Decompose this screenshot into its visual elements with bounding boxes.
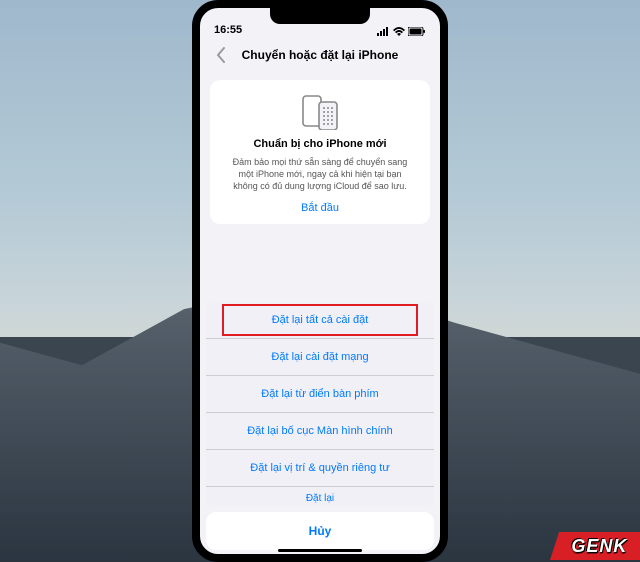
nav-bar: Chuyển hoặc đặt lại iPhone	[200, 38, 440, 72]
home-indicator[interactable]	[278, 549, 362, 552]
sheet-item-reset-keyboard[interactable]: Đặt lại từ điển bàn phím	[206, 376, 434, 413]
status-time: 16:55	[214, 24, 242, 36]
sheet-options: Đặt lại tất cả cài đặt Đặt lại cài đặt m…	[206, 302, 434, 506]
signal-icon	[377, 27, 390, 36]
battery-icon	[408, 27, 426, 36]
sheet-item-reset-network[interactable]: Đặt lại cài đặt mạng	[206, 339, 434, 376]
action-sheet: Đặt lại tất cả cài đặt Đặt lại cài đặt m…	[206, 302, 434, 550]
wifi-icon	[393, 27, 405, 36]
card-description: Đảm bảo mọi thứ sẵn sàng để chuyển sang …	[222, 156, 418, 192]
back-button[interactable]	[206, 40, 236, 70]
chevron-left-icon	[216, 47, 226, 63]
watermark-text: GENK	[572, 536, 628, 557]
sheet-item-reset-all[interactable]: Đặt lại tất cả cài đặt	[206, 302, 434, 339]
prepare-card: Chuẩn bị cho iPhone mới Đảm bảo mọi thứ …	[210, 80, 430, 224]
sheet-item-reset-home[interactable]: Đặt lại bố cục Màn hình chính	[206, 413, 434, 450]
status-indicators	[377, 27, 426, 36]
cancel-button[interactable]: Hủy	[206, 512, 434, 550]
notch	[270, 8, 370, 24]
card-title: Chuẩn bị cho iPhone mới	[222, 138, 418, 150]
sheet-item-reset-location[interactable]: Đặt lại vị trí & quyền riêng tư	[206, 450, 434, 487]
devices-icon	[222, 94, 418, 130]
nav-title: Chuyển hoặc đặt lại iPhone	[242, 48, 399, 62]
sheet-item-partial[interactable]: Đặt lại	[206, 487, 434, 506]
watermark-logo: GENK	[550, 532, 640, 560]
phone-frame: 16:55 Chuyển hoặc đặt lại iPhone	[192, 0, 448, 562]
card-cta[interactable]: Bắt đầu	[222, 202, 418, 214]
